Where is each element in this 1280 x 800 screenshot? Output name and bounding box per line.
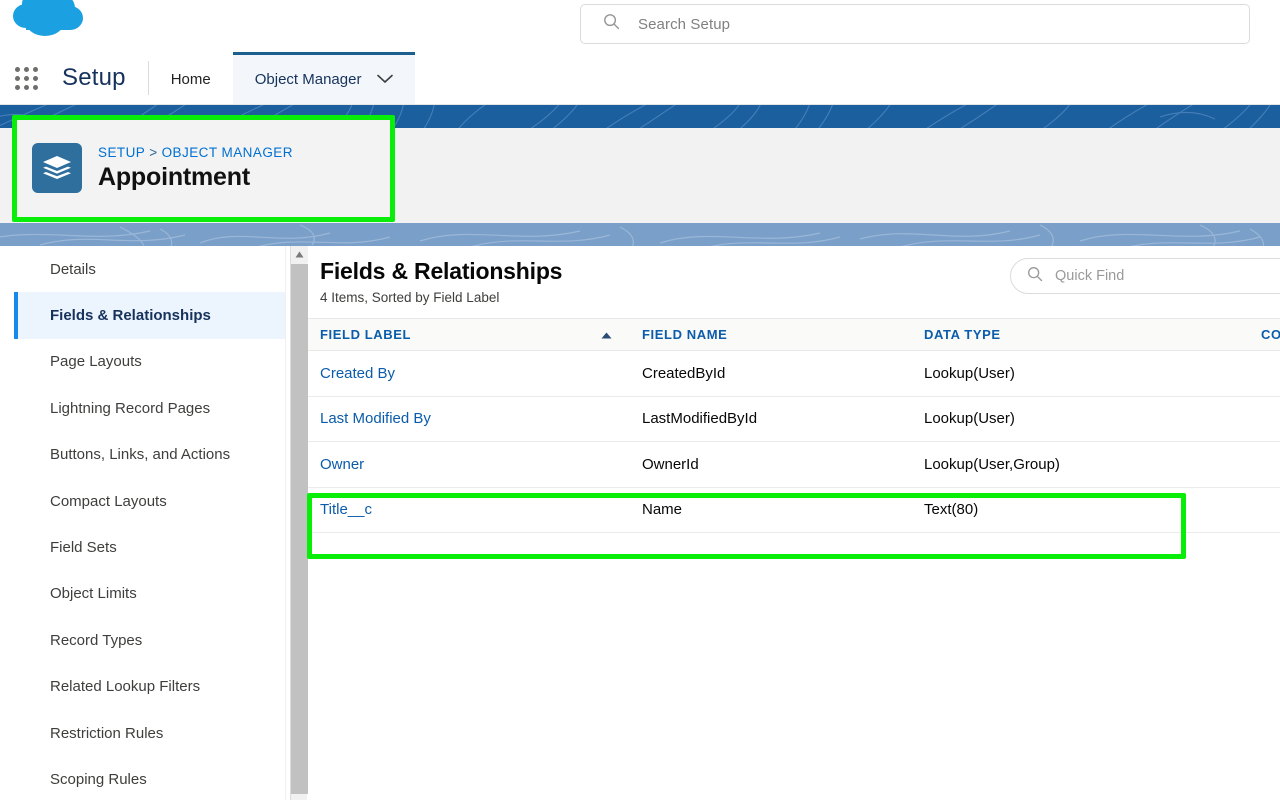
setup-tab-list: Home Object Manager [149,52,416,104]
cell-field-label: Title__c [308,487,630,533]
salesforce-setup-page: Search Setup Setup Home Object Manager S… [0,0,1280,800]
object-sidebar-nav: Details Fields & Relationships Page Layo… [14,246,286,800]
sidebar-item-label: Lightning Record Pages [50,399,211,417]
sidebar-item-label: Details [50,260,96,278]
column-header-controlling-field[interactable]: CON [1249,318,1280,351]
setup-title: Setup [62,64,126,91]
table-row[interactable]: Created By CreatedById Lookup(User) [308,350,1280,397]
column-header-label: FIELD LABEL [320,327,412,342]
global-search-box[interactable]: Search Setup [580,4,1250,44]
tab-object-manager-label: Object Manager [254,71,362,88]
column-header-label: DATA TYPE [924,327,1001,342]
table-row[interactable]: Owner OwnerId Lookup(User,Group) [308,441,1280,488]
sidebar-item-fields-and-relationships[interactable]: Fields & Relationships [14,292,285,340]
sidebar-item-compact-layouts[interactable]: Compact Layouts [14,478,285,524]
cell-controlling-field [1249,350,1280,397]
sidebar-item-page-layouts[interactable]: Page Layouts [14,339,285,385]
cell-controlling-field [1249,396,1280,442]
cell-data-type: Text(80) [912,487,1249,533]
cell-field-label: Created By [308,350,630,397]
breadcrumb-object-manager[interactable]: OBJECT MANAGER [162,145,293,160]
column-header-field-name[interactable]: FIELD NAME [630,318,912,351]
column-header-label: FIELD NAME [642,327,728,342]
cell-data-type: Lookup(User) [912,396,1249,442]
stacked-layers-icon [32,143,82,193]
sidebar-item-label: Buttons, Links, and Actions [50,446,231,464]
object-header-meta: SETUP > OBJECT MANAGER Appointment [98,145,293,192]
setup-nav-bar: Setup Home Object Manager [0,52,1280,105]
sidebar-item-label: Record Types [50,631,143,649]
fields-table-body: Created By CreatedById Lookup(User) Last… [308,350,1280,533]
sidebar-item-field-sets[interactable]: Field Sets [14,524,285,570]
column-header-field-label[interactable]: FIELD LABEL [308,318,630,351]
page-title: Appointment [98,162,250,191]
sidebar-scrollbar-thumb[interactable] [291,264,308,794]
tab-home[interactable]: Home [149,52,233,104]
sidebar-item-lightning-record-pages[interactable]: Lightning Record Pages [14,385,285,431]
panel-header: Fields & Relationships 4 Items, Sorted b… [308,246,1280,318]
breadcrumb-separator: > [149,144,158,160]
sidebar-item-label: Field Sets [50,539,117,557]
global-header-bar: Search Setup [0,0,1280,52]
cell-field-name: LastModifiedById [630,396,912,442]
cell-field-label: Last Modified By [308,396,630,442]
salesforce-cloud-logo[interactable] [12,0,88,46]
field-label-link[interactable]: Title__c [320,501,372,518]
chevron-down-icon[interactable] [377,71,394,88]
sidebar-item-label: Restriction Rules [50,724,164,742]
app-launcher-waffle-icon[interactable] [0,52,52,104]
sidebar-item-details[interactable]: Details [14,246,285,292]
sidebar-item-label: Page Layouts [50,353,142,371]
fields-table: FIELD LABEL FIELD NAME DATA TYPE CO Crea… [308,318,1280,533]
sidebar-item-scoping-rules[interactable]: Scoping Rules [14,756,285,800]
sidebar-item-label: Scoping Rules [50,770,147,788]
sidebar-item-buttons-links-and-actions[interactable]: Buttons, Links, and Actions [14,432,285,478]
sidebar-item-record-types[interactable]: Record Types [14,617,285,663]
tab-home-label: Home [170,71,211,88]
table-row[interactable]: Title__c Name Text(80) [308,487,1280,533]
sort-ascending-arrow-icon[interactable] [601,327,612,342]
banner-bottom-stripe [0,223,1280,246]
cell-field-name: CreatedById [630,350,912,397]
search-icon [603,13,620,35]
breadcrumb: SETUP > OBJECT MANAGER [98,145,293,160]
sidebar-item-label: Fields & Relationships [50,307,211,325]
sidebar-scrollbar[interactable] [290,246,308,800]
table-row[interactable]: Last Modified By LastModifiedById Lookup… [308,396,1280,442]
sidebar-item-object-limits[interactable]: Object Limits [14,571,285,617]
cell-data-type: Lookup(User) [912,350,1249,397]
search-icon [1027,266,1043,287]
column-header-label: CON [1261,327,1280,342]
sidebar-item-label: Related Lookup Filters [50,678,201,696]
banner-pattern-bottom [0,224,1265,246]
content-area: Details Fields & Relationships Page Layo… [0,246,1280,800]
cell-controlling-field [1249,441,1280,488]
cell-field-name: Name [630,487,912,533]
breadcrumb-setup[interactable]: SETUP [98,145,145,160]
quick-find-input[interactable]: Quick Find [1055,268,1124,284]
column-header-data-type[interactable]: DATA TYPE [912,318,1249,351]
sidebar-item-restriction-rules[interactable]: Restriction Rules [14,710,285,756]
global-search-input[interactable]: Search Setup [638,16,730,33]
sidebar-item-related-lookup-filters[interactable]: Related Lookup Filters [14,664,285,710]
cell-field-name: OwnerId [630,441,912,488]
tab-object-manager[interactable]: Object Manager [232,52,416,104]
cell-controlling-field [1249,487,1280,533]
scroll-up-arrow-icon[interactable] [291,246,308,263]
quick-find-box[interactable]: Quick Find [1010,258,1280,294]
field-label-link[interactable]: Owner [320,456,364,473]
sidebar-item-label: Compact Layouts [50,492,167,510]
cell-data-type: Lookup(User,Group) [912,441,1249,488]
table-header-row: FIELD LABEL FIELD NAME DATA TYPE CO [308,318,1280,351]
cell-field-label: Owner [308,441,630,488]
field-label-link[interactable]: Last Modified By [320,410,431,427]
field-label-link[interactable]: Created By [320,365,395,382]
object-header-card: SETUP > OBJECT MANAGER Appointment [14,118,394,218]
sidebar-item-label: Object Limits [50,585,137,603]
fields-and-relationships-panel: Fields & Relationships 4 Items, Sorted b… [308,246,1280,800]
